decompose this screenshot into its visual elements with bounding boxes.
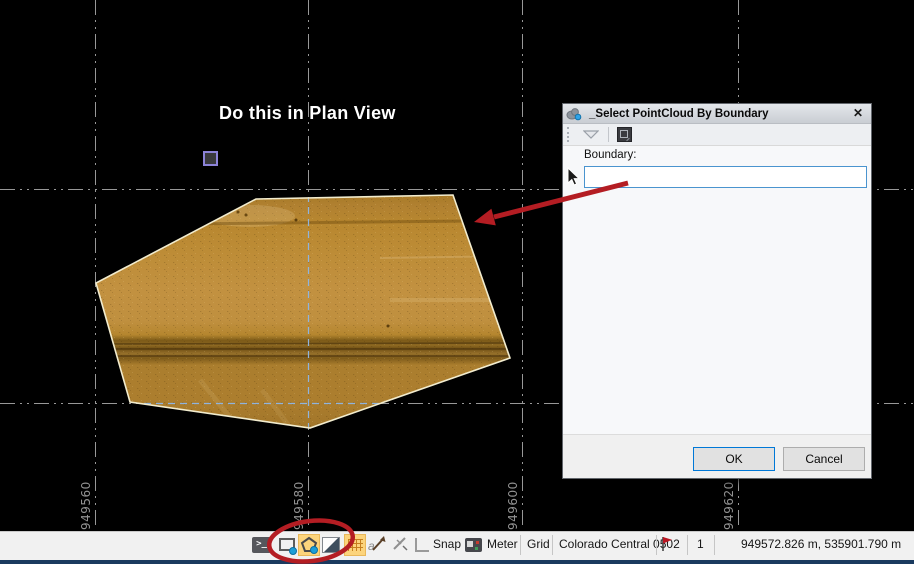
cancel-button[interactable]: Cancel [783,447,865,471]
grid-lock-icon[interactable] [344,534,366,556]
dialog-footer: OK Cancel [563,434,871,478]
dialog-toolbar [563,124,871,146]
snap-mode-icon[interactable] [465,538,482,552]
pointer-cursor-icon [567,167,580,186]
view-number-field[interactable]: 1 [697,537,704,551]
boundary-input[interactable] [584,166,867,188]
selection-handle[interactable] [203,151,218,166]
axis-label: 949560 [79,481,93,530]
drag-handle[interactable] [567,127,572,142]
acs-plane-icon[interactable] [391,535,410,553]
dialog-title: _Select PointCloud By Boundary [589,107,769,120]
fence-shape-icon[interactable] [298,534,320,556]
fill-mode-icon[interactable] [322,537,340,553]
pointcloud-polygon[interactable] [95,194,520,430]
close-icon[interactable]: ✕ [853,105,863,122]
flag-icon[interactable] [660,535,674,557]
annotation-scale-icon[interactable]: a [368,535,387,553]
pointcloud-icon [566,107,582,120]
window-bottom-edge [0,560,914,564]
coordinates-readout: 949572.826 m, 535901.790 m [741,537,902,551]
panel-icon[interactable] [617,127,632,142]
instruction-text: Do this in Plan View [219,103,396,123]
perpendicular-icon[interactable] [415,538,429,552]
snap-label[interactable]: Snap [433,537,461,551]
axis-label: 949580 [292,481,306,530]
dropdown-triangle-icon[interactable] [583,130,599,139]
unit-field[interactable]: Meter [487,537,518,551]
ok-button[interactable]: OK [693,447,775,471]
axis-label: 949600 [506,481,520,530]
grid-field[interactable]: Grid [527,537,550,551]
toolbar-separator [608,127,609,142]
keyin-icon[interactable]: >_ [252,537,271,553]
boundary-label: Boundary: [584,149,637,161]
dialog-titlebar[interactable]: _Select PointCloud By Boundary ✕ [563,104,871,124]
application-window: Do this in Plan View 949560 949580 94960… [0,0,914,564]
fence-block-icon[interactable] [276,534,298,556]
select-pointcloud-dialog: _Select PointCloud By Boundary ✕ Boundar… [562,103,872,479]
